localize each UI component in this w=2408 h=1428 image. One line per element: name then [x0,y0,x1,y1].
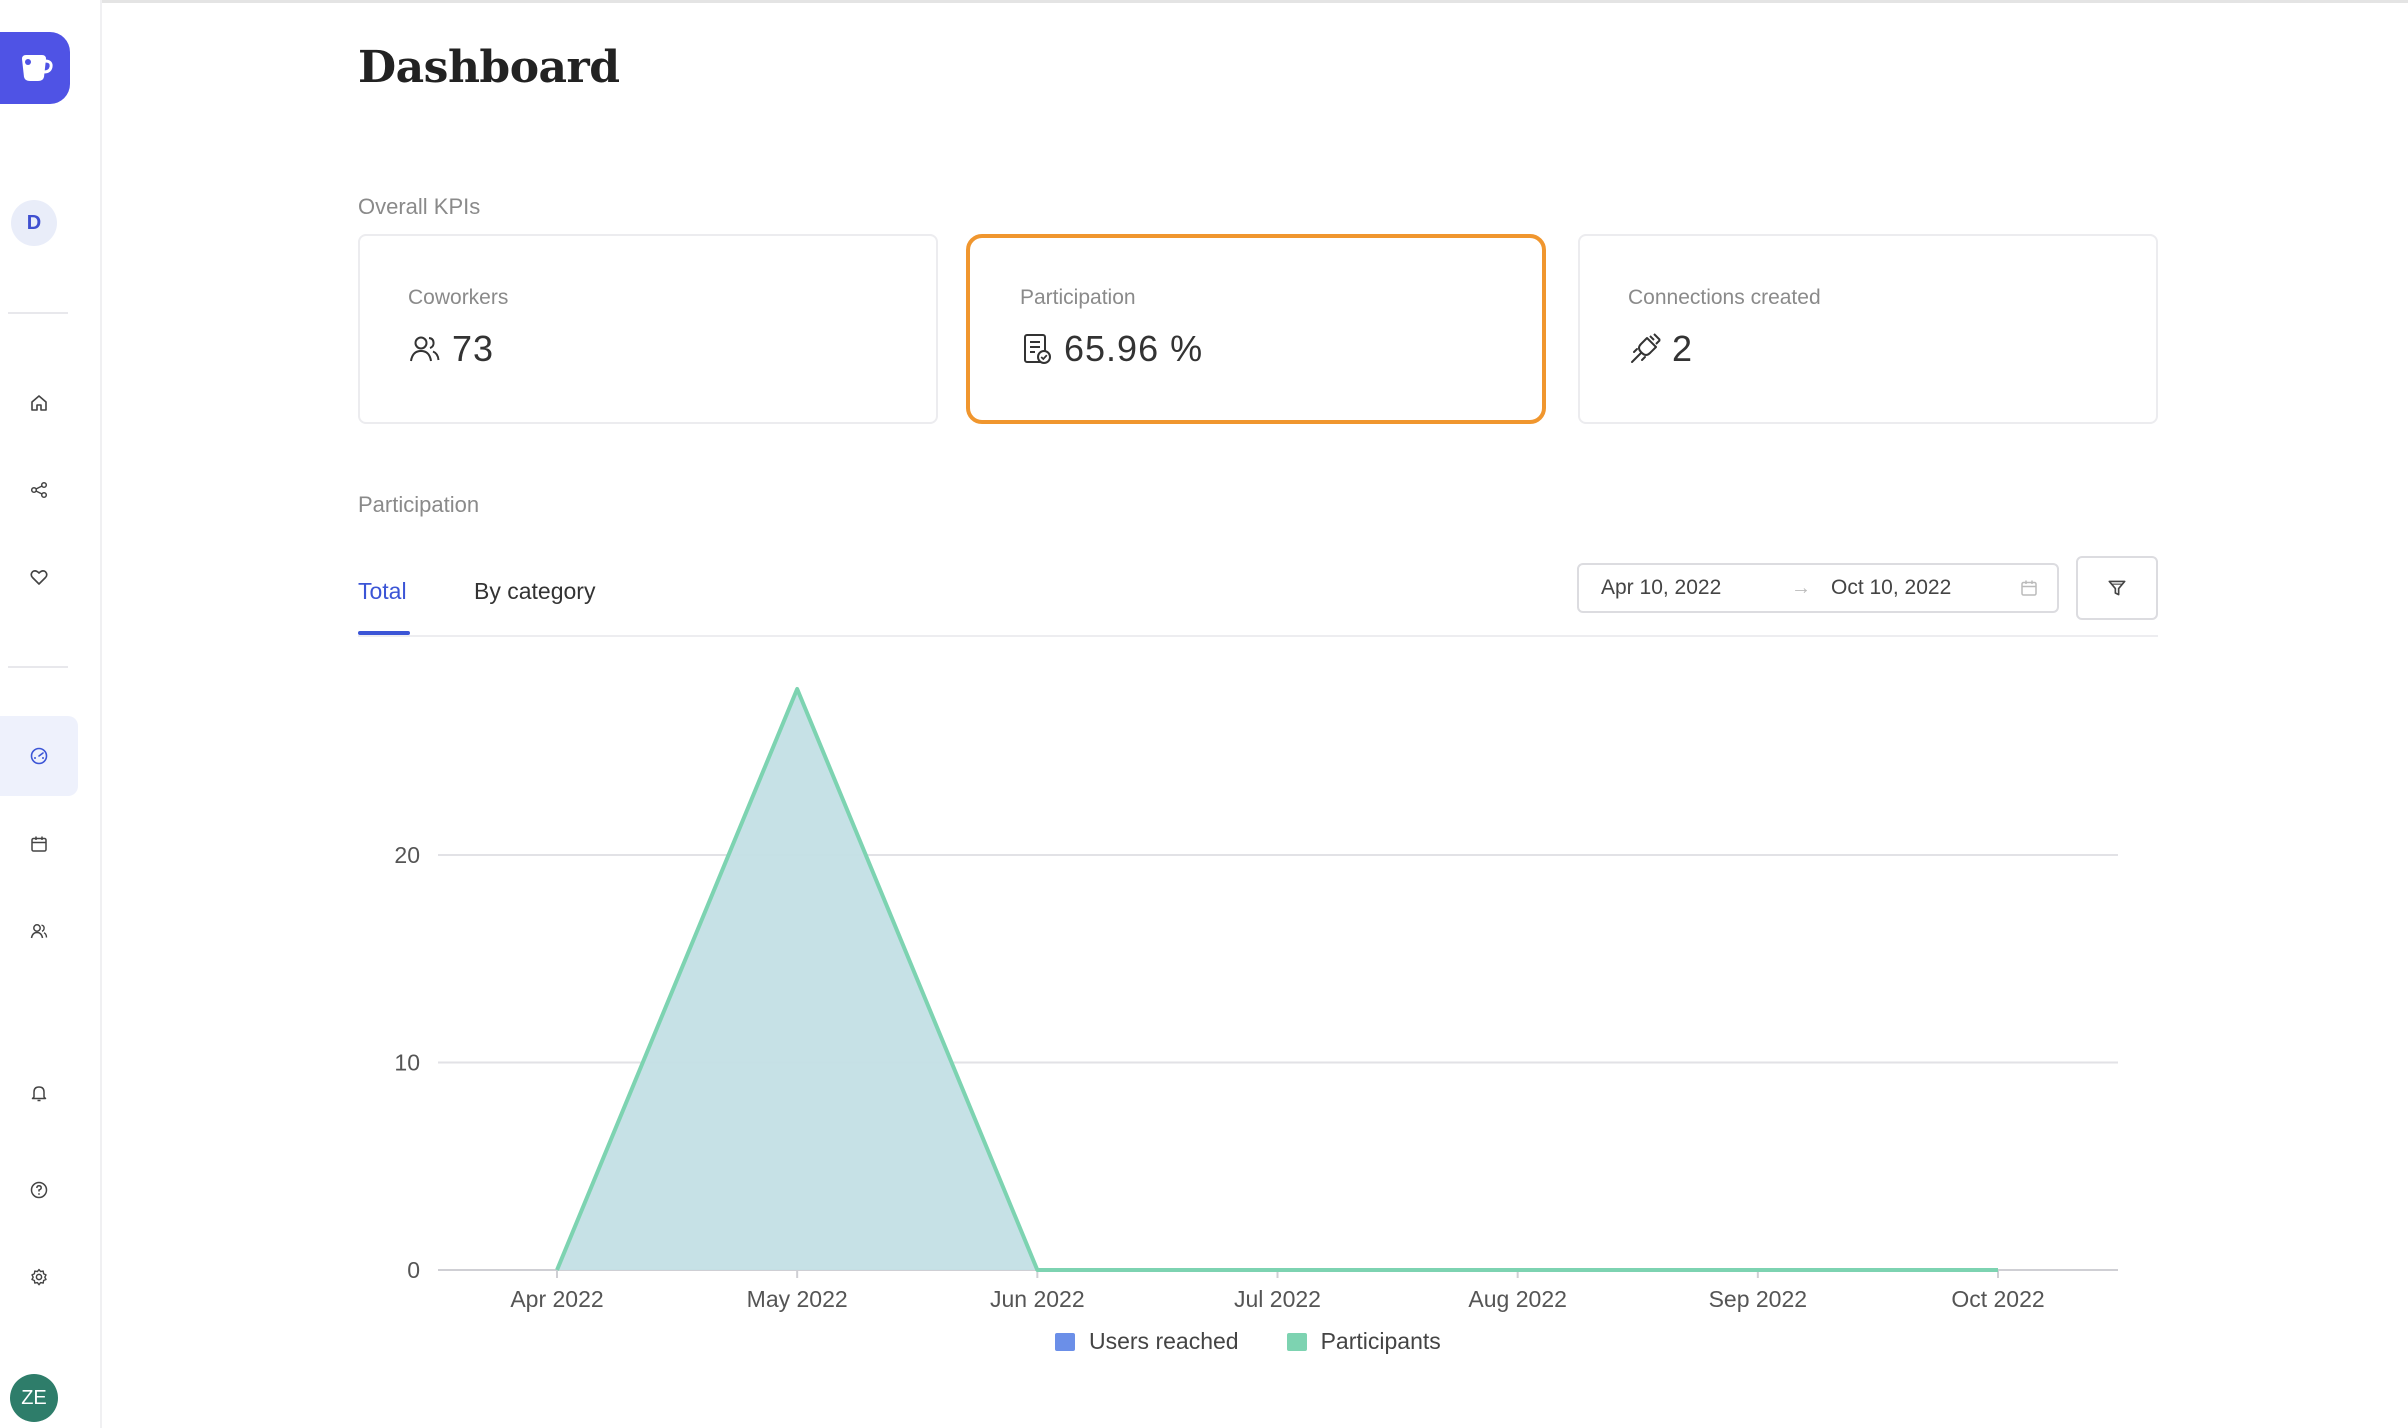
date-start-input[interactable]: Apr 10, 2022 [1601,576,1721,600]
x-tick-label: Oct 2022 [1951,1286,2044,1312]
x-tick-label: Apr 2022 [510,1286,603,1312]
nav-favorites[interactable] [0,537,78,617]
x-tick-label: Sep 2022 [1709,1286,1807,1312]
dashboard-gauge-icon [30,747,48,765]
kpi-card-coworkers[interactable]: Coworkers 73 [358,234,938,424]
heart-icon [30,570,48,585]
users-icon [410,336,440,362]
nav-settings[interactable] [0,1237,78,1317]
top-border [0,0,2408,3]
filter-button[interactable] [2076,556,2158,620]
help-icon [30,1181,48,1199]
date-end-input[interactable]: Oct 10, 2022 [1831,576,1951,600]
date-range-picker[interactable]: Apr 10, 2022 → Oct 10, 2022 [1577,563,2059,613]
legend-swatch [1286,1332,1307,1351]
tab-total[interactable]: Total [358,578,407,605]
series-line-participants [555,687,1998,1272]
survey-check-icon [1024,334,1051,364]
sidebar-divider [8,666,68,668]
y-tick-label: 0 [407,1257,420,1283]
legend-item-participants[interactable]: Participants [1286,1328,1441,1355]
kpi-label: Coworkers [408,286,509,309]
tabs-divider [358,635,2158,637]
kpi-section-label: Overall KPIs [358,194,481,219]
coffee-cup-icon [22,55,53,81]
x-tick-label: Jul 2022 [1234,1286,1321,1312]
kpi-label: Connections created [1628,286,1821,309]
legend-swatch [1055,1332,1075,1351]
legend-label: Participants [1320,1328,1441,1354]
nav-people[interactable] [0,891,78,971]
sidebar-divider [8,312,68,314]
chart-legend: Users reached Participants [1055,1328,1441,1355]
legend-item-users-reached[interactable]: Users reached [1055,1328,1239,1355]
tab-by-category[interactable]: By category [474,578,595,605]
nav-notifications[interactable] [0,1053,78,1133]
x-tick-label: May 2022 [747,1286,848,1312]
legend-label: Users reached [1089,1328,1239,1354]
home-icon [31,395,47,411]
nav-share[interactable] [0,450,78,530]
kpi-value: 2 [1672,328,1694,369]
nav-help[interactable] [0,1150,78,1230]
bell-icon [31,1086,47,1102]
date-range-arrow: → [1791,576,1811,599]
sidebar: D ZE [0,0,102,1428]
kpi-label: Participation [1020,286,1136,309]
kpi-card-connections[interactable]: Connections created 2 [1578,234,2158,424]
plug-connection-icon [1631,333,1661,363]
settings-icon [31,1268,47,1286]
workspace-avatar[interactable]: D [11,200,57,246]
kpi-card-participation[interactable]: Participation 65.96 % [966,234,1546,424]
kpi-value: 65.96 % [1064,328,1204,369]
nav-home[interactable] [0,363,78,443]
users-icon [30,924,48,939]
y-tick-label: 20 [394,842,420,868]
calendar-icon [31,836,47,852]
y-tick-label: 10 [394,1050,420,1076]
x-tick-label: Jun 2022 [990,1286,1085,1312]
filter-icon [2108,580,2126,596]
kpi-value: 73 [452,328,495,369]
participation-section-label: Participation [358,492,480,517]
calendar-icon [2021,580,2037,596]
x-tick-label: Aug 2022 [1468,1286,1566,1312]
page-title: Dashboard [358,42,620,93]
area-fill-participants [557,689,1998,1270]
nav-calendar[interactable] [0,804,78,884]
nav-dashboard[interactable] [0,716,78,796]
app-logo[interactable] [0,32,70,104]
share-icon [30,481,48,499]
user-avatar[interactable]: ZE [10,1374,58,1422]
